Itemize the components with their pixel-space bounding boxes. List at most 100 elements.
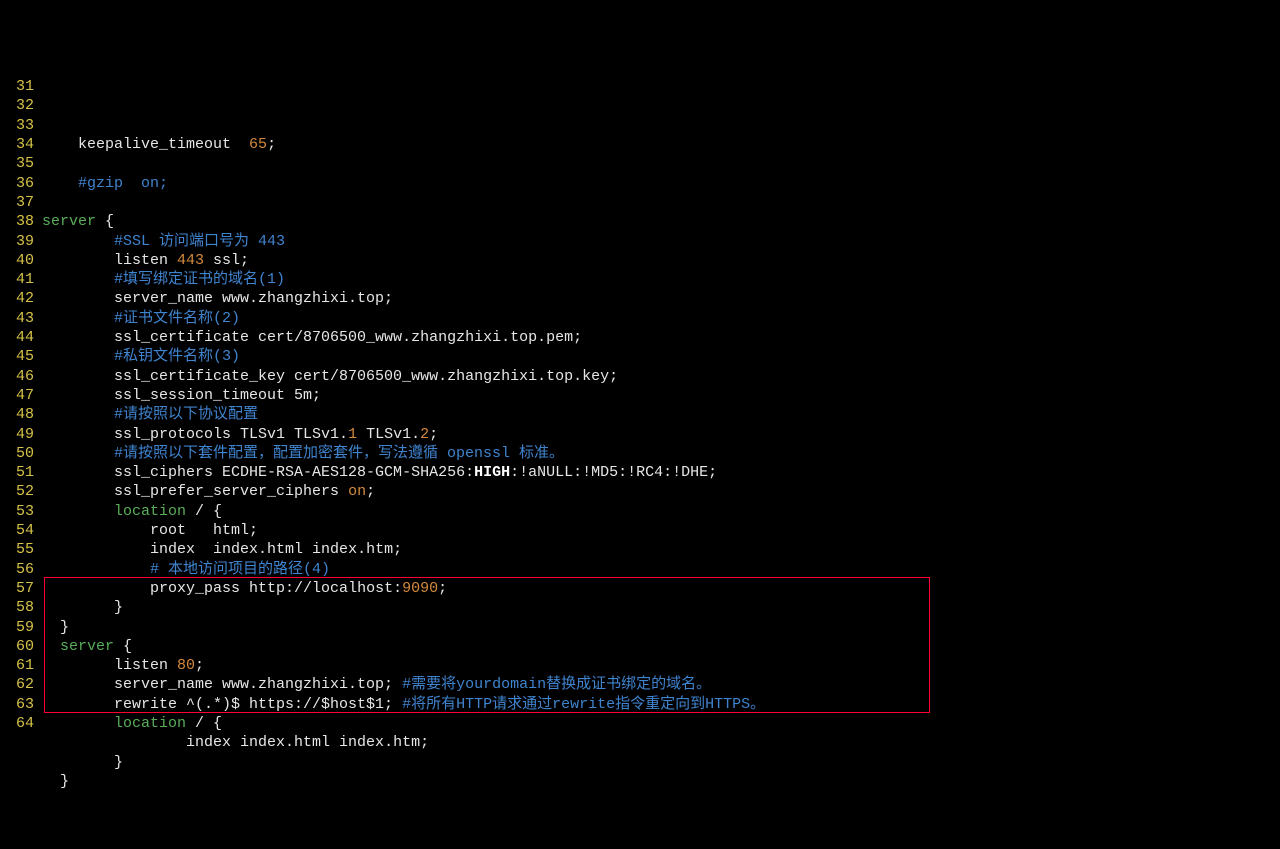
code-token: HIGH [474,464,510,481]
code-token: root html; [150,522,258,539]
code-line[interactable]: root html; [42,521,1280,540]
code-token: #将所有HTTP请求通过rewrite指令重定向到HTTPS。 [402,696,765,713]
line-number: 41 [8,270,34,289]
code-token [42,368,114,385]
code-line[interactable]: ssl_session_timeout 5m; [42,386,1280,405]
code-token [42,252,114,269]
code-token: ssl_ciphers ECDHE-RSA-AES128-GCM-SHA256: [114,464,474,481]
line-number: 32 [8,96,34,115]
code-line[interactable]: } [42,598,1280,617]
code-line[interactable]: #gzip on; [42,174,1280,193]
code-token: proxy_pass http://localhost: [150,580,402,597]
code-token: 65 [249,136,267,153]
line-number: 37 [8,193,34,212]
code-line[interactable]: } [42,618,1280,637]
code-editor[interactable]: 3132333435363738394041424344454647484950… [0,77,1280,752]
code-line[interactable]: index index.html index.htm; [42,540,1280,559]
line-number: 62 [8,675,34,694]
code-line[interactable]: index index.html index.htm; [42,733,1280,752]
code-token: ssl_session_timeout 5m; [114,387,321,404]
code-token: #证书文件名称(2) [114,310,240,327]
code-line[interactable]: #证书文件名称(2) [42,309,1280,328]
code-line[interactable]: location / { [42,714,1280,733]
line-number: 36 [8,174,34,193]
code-token: ; [267,136,276,153]
code-token [42,503,114,520]
code-line[interactable]: ssl_protocols TLSv1 TLSv1.1 TLSv1.2; [42,425,1280,444]
code-token [42,406,114,423]
code-token: 9090 [402,580,438,597]
line-number: 51 [8,463,34,482]
line-number: 33 [8,116,34,135]
line-number: 43 [8,309,34,328]
code-line[interactable]: server { [42,212,1280,231]
code-line[interactable]: keepalive_timeout 65; [42,135,1280,154]
code-token: #请按照以下套件配置，配置加密套件，写法遵循 openssl 标准。 [114,445,564,462]
code-token: #gzip on; [78,175,168,192]
code-line[interactable]: #SSL 访问端口号为 443 [42,232,1280,251]
code-token: server [60,638,114,655]
line-number: 55 [8,540,34,559]
code-token: index index.html index.htm; [150,541,402,558]
code-token [42,561,150,578]
code-token: #请按照以下协议配置 [114,406,258,423]
code-line[interactable]: #填写绑定证书的域名(1) [42,270,1280,289]
code-token: on [348,483,366,500]
code-line[interactable]: server { [42,637,1280,656]
code-line[interactable]: ssl_prefer_server_ciphers on; [42,482,1280,501]
code-token: listen [114,657,177,674]
code-line[interactable]: ssl_certificate_key cert/8706500_www.zha… [42,367,1280,386]
code-line[interactable]: server_name www.zhangzhixi.top; #需要将your… [42,675,1280,694]
line-number: 63 [8,695,34,714]
code-token: ssl_certificate_key cert/8706500_www.zha… [114,368,618,385]
line-number: 45 [8,347,34,366]
line-number: 39 [8,232,34,251]
code-token: ; [438,580,447,597]
code-line[interactable]: #私钥文件名称(3) [42,347,1280,366]
code-token: } [42,599,123,616]
code-token [42,348,114,365]
code-token: { [96,213,114,230]
line-number: 53 [8,502,34,521]
code-token: location [114,503,186,520]
line-number: 58 [8,598,34,617]
code-token: 80 [177,657,195,674]
code-token [42,734,186,751]
code-token: / { [186,503,222,520]
code-token [42,541,150,558]
code-token [42,290,114,307]
code-line[interactable] [42,154,1280,173]
code-token: ssl_protocols TLSv1 TLSv1. [114,426,348,443]
code-token: } [42,619,69,636]
line-number: 52 [8,482,34,501]
line-number: 50 [8,444,34,463]
code-token [42,271,114,288]
code-line[interactable]: # 本地访问项目的路径(4) [42,560,1280,579]
code-line[interactable]: #请按照以下协议配置 [42,405,1280,424]
line-number: 61 [8,656,34,675]
code-token [42,387,114,404]
code-line[interactable]: ssl_ciphers ECDHE-RSA-AES128-GCM-SHA256:… [42,463,1280,482]
code-line[interactable]: listen 443 ssl; [42,251,1280,270]
code-line[interactable]: location / { [42,502,1280,521]
line-number: 47 [8,386,34,405]
code-line[interactable]: server_name www.zhangzhixi.top; [42,289,1280,308]
code-line[interactable]: rewrite ^(.*)$ https://$host$1; #将所有HTTP… [42,695,1280,714]
code-token: server_name www.zhangzhixi.top; [114,676,402,693]
code-line[interactable]: } [42,753,1280,772]
code-token: #填写绑定证书的域名(1) [114,271,285,288]
code-token [42,715,114,732]
code-token [42,445,114,462]
code-line[interactable]: listen 80; [42,656,1280,675]
code-token: ; [366,483,375,500]
code-token: TLSv1. [357,426,420,443]
code-line[interactable]: #请按照以下套件配置，配置加密套件，写法遵循 openssl 标准。 [42,444,1280,463]
code-content[interactable]: keepalive_timeout 65; #gzip on;server { … [42,77,1280,752]
code-token [42,426,114,443]
code-token: } [42,754,123,771]
code-token: #SSL 访问端口号为 443 [114,233,285,250]
code-line[interactable]: ssl_certificate cert/8706500_www.zhangzh… [42,328,1280,347]
code-line[interactable]: } [42,772,1280,791]
code-line[interactable]: proxy_pass http://localhost:9090; [42,579,1280,598]
code-line[interactable] [42,193,1280,212]
